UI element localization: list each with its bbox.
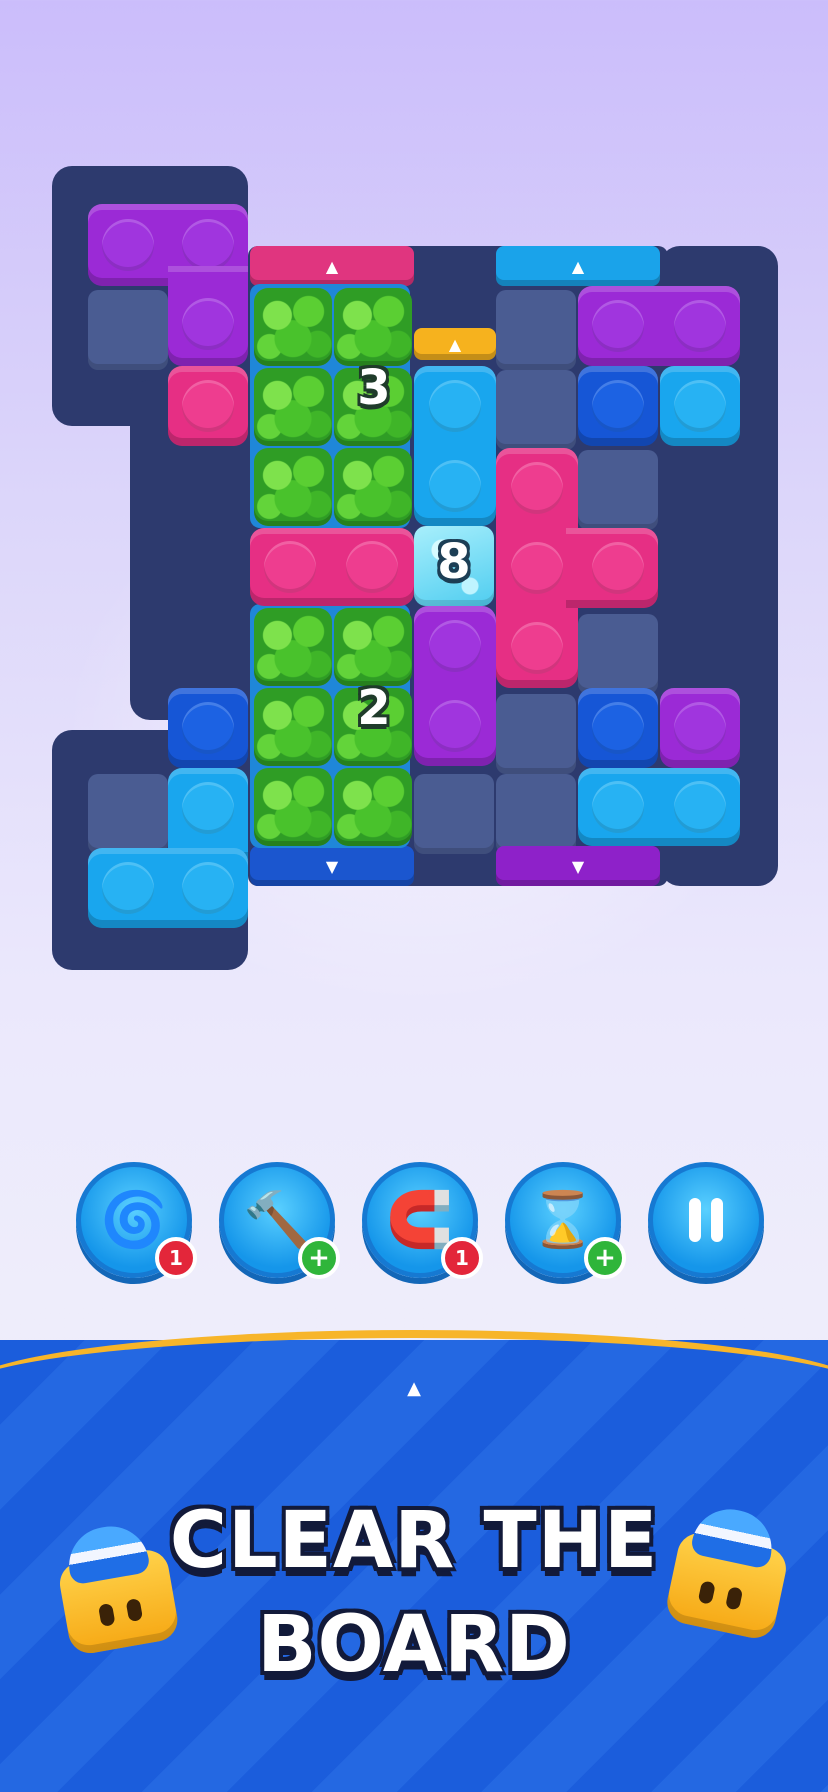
hammer-icon: 🔨 (243, 1188, 311, 1251)
empty-cell (88, 290, 168, 370)
empty-cell (496, 370, 576, 450)
block-blue-single[interactable] (168, 688, 248, 768)
pause-icon (689, 1198, 723, 1242)
empty-cell (88, 774, 168, 854)
block-stud (592, 380, 644, 432)
block-stud (511, 542, 563, 594)
block-blue-single[interactable] (578, 366, 658, 446)
grass-tile (254, 768, 332, 846)
banner-tab-arrow: ▲ (407, 1378, 421, 1399)
booster-magnet[interactable]: 🧲 1 (362, 1162, 483, 1279)
ice-counter: 8 (437, 534, 471, 590)
block-blue-single[interactable] (578, 688, 658, 768)
grass-tile (254, 288, 332, 366)
grass-counter-top: 3 (357, 360, 391, 416)
block-cyan-l-base[interactable] (88, 848, 248, 928)
block-stud (182, 219, 234, 271)
pause-bar (689, 1198, 701, 1242)
block-stud (182, 782, 234, 834)
block-stud (429, 380, 481, 432)
hourglass-icon: ⌛ (529, 1188, 597, 1251)
grass-tile (254, 368, 332, 446)
block-stud (102, 862, 154, 914)
block-cyan-vertical[interactable] (414, 366, 496, 526)
block-stud (429, 460, 481, 512)
booster-add-badge: + (298, 1237, 340, 1279)
booster-count-badge: 1 (441, 1237, 483, 1279)
block-purple-horizontal[interactable] (578, 286, 740, 366)
block-cyan-horizontal[interactable] (578, 768, 740, 846)
grass-tile (334, 608, 412, 686)
booster-add-badge: + (584, 1237, 626, 1279)
empty-cell (496, 774, 576, 854)
block-stud (182, 298, 234, 350)
arrow-up-icon: ▲ (325, 256, 339, 276)
block-stud (674, 702, 726, 754)
empty-cell (414, 774, 494, 854)
block-stud (102, 219, 154, 271)
pause-button[interactable] (648, 1162, 764, 1278)
ice-tile: 8 (414, 526, 494, 606)
block-stud (674, 380, 726, 432)
block-cyan-single[interactable] (660, 366, 740, 446)
block-stud (429, 620, 481, 672)
pause-bar (711, 1198, 723, 1242)
grass-tile (254, 448, 332, 526)
block-stud (511, 622, 563, 674)
arrow-down-icon: ▼ (571, 856, 585, 876)
grass-tile (254, 608, 332, 686)
block-stud (674, 781, 726, 833)
mascot-right (663, 1500, 796, 1642)
exit-gate-yellow: ▲ (414, 328, 496, 360)
booster-bar: 🌀 1 🔨 + 🧲 1 ⌛ + (0, 1160, 828, 1280)
arrow-up-icon: ▲ (448, 334, 462, 354)
arrow-up-icon: ▲ (571, 256, 585, 276)
propeller-icon: 🌀 (100, 1188, 168, 1251)
arrow-down-icon: ▼ (325, 856, 339, 876)
block-stud (592, 542, 644, 594)
block-stud (511, 462, 563, 514)
block-purple-single[interactable] (660, 688, 740, 768)
grass-tile (334, 288, 412, 366)
booster-count-badge: 1 (155, 1237, 197, 1279)
empty-cell (578, 614, 658, 694)
block-stud (264, 541, 316, 593)
grass-counter-bottom: 2 (357, 680, 391, 736)
block-stud (429, 700, 481, 752)
block-stud (182, 702, 234, 754)
magnet-icon: 🧲 (386, 1188, 454, 1251)
exit-gate-purple: ▼ (496, 846, 660, 886)
block-stud (592, 300, 644, 352)
empty-cell (496, 290, 576, 370)
block-pink-horizontal[interactable] (250, 528, 414, 606)
booster-propeller[interactable]: 🌀 1 (76, 1162, 197, 1279)
empty-cell (578, 450, 658, 530)
mascot-left (51, 1517, 181, 1657)
exit-gate-cyan: ▲ (496, 246, 660, 286)
block-stud (182, 380, 234, 432)
block-pink-t-arm[interactable] (566, 528, 658, 608)
game-board: ▲ ▲ ▲ ▼ ▼ 3 2 8 (0, 0, 828, 1000)
grass-tile (334, 448, 412, 526)
exit-gate-blue: ▼ (250, 846, 414, 886)
block-stud (346, 541, 398, 593)
block-cyan-l[interactable] (168, 768, 248, 860)
block-stud (592, 781, 644, 833)
block-stud (182, 862, 234, 914)
exit-gate-pink: ▲ (250, 246, 414, 286)
grass-tile (254, 688, 332, 766)
block-purple-l-stem[interactable] (168, 266, 248, 366)
grass-tile (334, 768, 412, 846)
block-pink-single[interactable] (168, 366, 248, 446)
booster-hourglass[interactable]: ⌛ + (505, 1162, 626, 1279)
booster-hammer[interactable]: 🔨 + (219, 1162, 340, 1279)
block-stud (592, 702, 644, 754)
empty-cell (496, 694, 576, 774)
block-purple-vertical[interactable] (414, 606, 496, 766)
block-stud (674, 300, 726, 352)
